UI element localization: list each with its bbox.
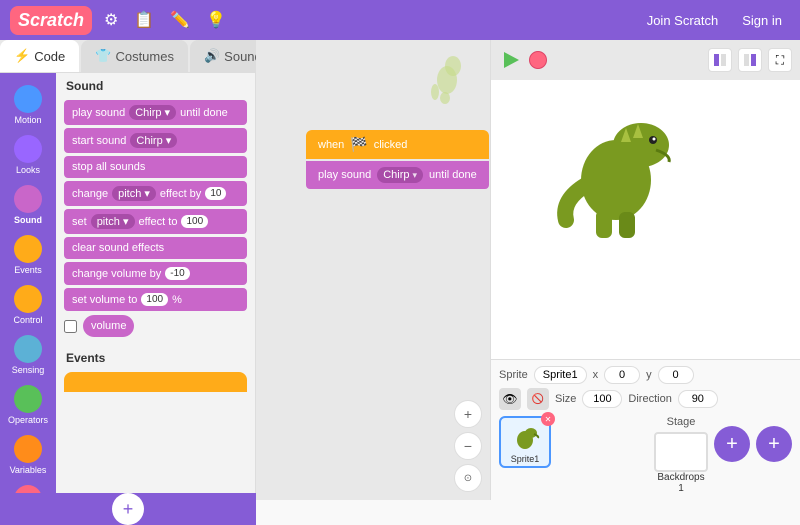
sprite-label: Sprite <box>499 369 528 381</box>
fit-screen-button[interactable]: ⊙ <box>454 464 482 492</box>
hide-sprite-button[interactable]: 🚫 <box>527 388 549 410</box>
sprite-name-field[interactable]: Sprite1 <box>534 366 587 384</box>
flag-icon: 🏁 <box>350 136 367 153</box>
backdrops-count: Backdrops 1 <box>654 472 708 494</box>
scratch-logo[interactable]: Scratch <box>10 6 92 35</box>
code-block-group: when 🏁 clicked play sound Chirp ▾ until … <box>306 130 489 191</box>
sprite-thumbnail <box>425 50 470 100</box>
right-panel: ⛶ <box>490 40 800 500</box>
edit-icon[interactable]: ✏️ <box>166 6 194 34</box>
x-label: x <box>593 369 599 381</box>
code-tab-icon: ⚡ <box>14 48 30 64</box>
zoom-in-button[interactable]: + <box>454 400 482 428</box>
set-volume-block[interactable]: set volume to 100 % <box>64 288 247 311</box>
sprite-y-field[interactable]: 0 <box>658 366 694 384</box>
show-sprite-button[interactable]: 👁 <box>499 388 521 410</box>
layout-mode-1-button[interactable] <box>708 48 732 72</box>
size-label: Size <box>555 393 576 405</box>
settings-icon[interactable]: ⚙ <box>100 6 122 34</box>
volume-reporter-block[interactable]: volume <box>83 315 134 337</box>
topbar: Scratch ⚙ 📋 ✏️ 💡 Join Scratch Sign in <box>0 0 800 40</box>
stage-backdrop-preview[interactable] <box>654 432 708 472</box>
blocks-panel: Sound play sound Chirp ▾ until done star… <box>56 73 256 493</box>
blocks-area: Motion Looks Sound Events Control <box>0 73 256 493</box>
clear-sound-effects-block[interactable]: clear sound effects <box>64 237 247 259</box>
tab-costumes[interactable]: 👕 Costumes <box>81 40 188 72</box>
cat-control[interactable]: Control <box>0 281 56 329</box>
tab-code[interactable]: ⚡ Code <box>0 40 79 72</box>
sprite-card-label: Sprite1 <box>511 454 540 464</box>
stage-canvas <box>491 80 800 359</box>
zoom-out-button[interactable]: − <box>454 432 482 460</box>
cat-motion[interactable]: Motion <box>0 81 56 129</box>
cat-sound[interactable]: Sound <box>0 181 56 229</box>
set-pitch-effect-block[interactable]: set pitch ▾ effect to 100 <box>64 209 247 234</box>
change-volume-block[interactable]: change volume by -10 <box>64 262 247 285</box>
stop-button[interactable] <box>529 51 547 69</box>
add-backdrop-button[interactable]: + <box>756 426 792 462</box>
cat-variables[interactable]: Variables <box>0 431 56 479</box>
tutorial-icon[interactable]: 📋 <box>130 6 158 34</box>
direction-label: Direction <box>628 393 671 405</box>
layout-mode-2-button[interactable] <box>738 48 762 72</box>
events-section-title: Events <box>56 345 255 369</box>
y-label: y <box>646 369 652 381</box>
sprite-direction-field[interactable]: 90 <box>678 390 718 408</box>
cat-looks[interactable]: Looks <box>0 131 56 179</box>
code-play-sound-block[interactable]: play sound Chirp ▾ until done <box>306 161 489 189</box>
stage-label: Stage <box>654 416 708 428</box>
change-pitch-effect-block[interactable]: change pitch ▾ effect by 10 <box>64 181 247 206</box>
sound-section-title: Sound <box>56 73 255 97</box>
cat-events[interactable]: Events <box>0 231 56 279</box>
join-scratch-link[interactable]: Join Scratch <box>639 9 727 32</box>
costumes-tab-icon: 👕 <box>95 48 111 64</box>
stop-all-sounds-block[interactable]: stop all sounds <box>64 156 247 178</box>
main-area: ⚡ Code 👕 Costumes 🔊 Sounds Motion <box>0 40 800 500</box>
when-flag-clicked-block[interactable]: when 🏁 clicked <box>306 130 489 159</box>
dinosaur-sprite <box>541 90 701 250</box>
play-sound-block[interactable]: play sound Chirp ▾ until done <box>64 100 247 125</box>
events-block-placeholder[interactable] <box>64 372 247 392</box>
code-editor: when 🏁 clicked play sound Chirp ▾ until … <box>256 40 490 500</box>
stage-panel: Stage Backdrops 1 <box>654 416 708 494</box>
tab-bar: ⚡ Code 👕 Costumes 🔊 Sounds <box>0 40 256 73</box>
categories-panel: Motion Looks Sound Events Control <box>0 73 56 493</box>
sprite-card-sprite1[interactable]: ✕ Sprite1 <box>499 416 551 468</box>
bulb-icon[interactable]: 💡 <box>202 6 230 34</box>
cat-operators[interactable]: Operators <box>0 381 56 429</box>
start-sound-block[interactable]: start sound Chirp ▾ <box>64 128 247 153</box>
sprite-x-field[interactable]: 0 <box>604 366 640 384</box>
fullscreen-button[interactable]: ⛶ <box>768 48 792 72</box>
cat-myblocks[interactable]: My Blocks <box>0 481 56 493</box>
add-sprite-button[interactable]: + <box>714 426 750 462</box>
sprite-info-panel: Sprite Sprite1 x 0 y 0 👁 🚫 Size 100 Dire… <box>491 359 800 500</box>
add-extension-button[interactable]: + <box>112 493 144 525</box>
volume-checkbox[interactable] <box>64 320 77 333</box>
zoom-controls: + − ⊙ <box>454 400 482 492</box>
sprite-delete-icon[interactable]: ✕ <box>541 412 555 426</box>
sign-in-link[interactable]: Sign in <box>734 9 790 32</box>
bottom-add-row: + <box>0 493 256 525</box>
sprite-size-field[interactable]: 100 <box>582 390 622 408</box>
sounds-tab-icon: 🔊 <box>204 48 220 64</box>
green-flag-button[interactable] <box>499 48 523 72</box>
left-panel: ⚡ Code 👕 Costumes 🔊 Sounds Motion <box>0 40 256 500</box>
stage-header: ⛶ <box>491 40 800 80</box>
cat-sensing[interactable]: Sensing <box>0 331 56 379</box>
